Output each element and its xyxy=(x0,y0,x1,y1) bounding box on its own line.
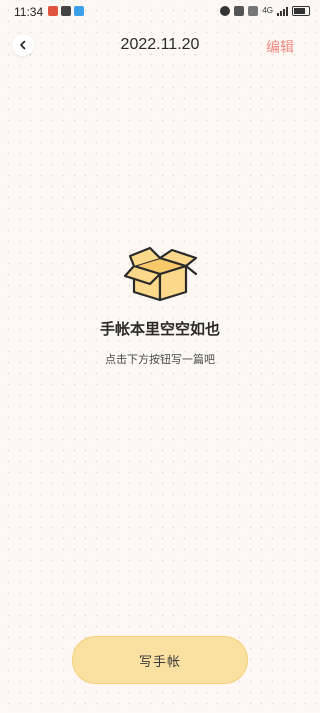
status-time: 11:34 xyxy=(14,5,44,19)
alarm-icon xyxy=(220,6,231,16)
write-journal-label: 写手帐 xyxy=(138,654,181,670)
listen-app-icon xyxy=(61,6,71,16)
nfc-icon xyxy=(248,6,259,16)
empty-state: 手帐本里空空如也 点击下方按钮写一篇吧 xyxy=(0,246,320,367)
mute-icon xyxy=(234,6,245,16)
open-box-icon xyxy=(123,246,198,302)
header: 2022.11.20 编辑 xyxy=(0,30,320,60)
network-type-label: 4G xyxy=(262,6,273,15)
edit-button[interactable]: 编辑 xyxy=(266,37,294,57)
status-right-icons: 4G xyxy=(220,6,310,16)
signal-icon xyxy=(277,6,288,16)
empty-state-title: 手帐本里空空如也 xyxy=(99,320,220,338)
notification-app-icon xyxy=(48,6,58,16)
cloud-app-icon xyxy=(74,6,84,16)
empty-state-subtitle: 点击下方按钮写一篇吧 xyxy=(105,353,215,366)
write-journal-button[interactable]: 写手帐 xyxy=(72,636,248,684)
status-left-icons xyxy=(48,6,84,16)
battery-icon xyxy=(292,6,310,16)
status-bar: 11:34 4G xyxy=(0,0,320,24)
